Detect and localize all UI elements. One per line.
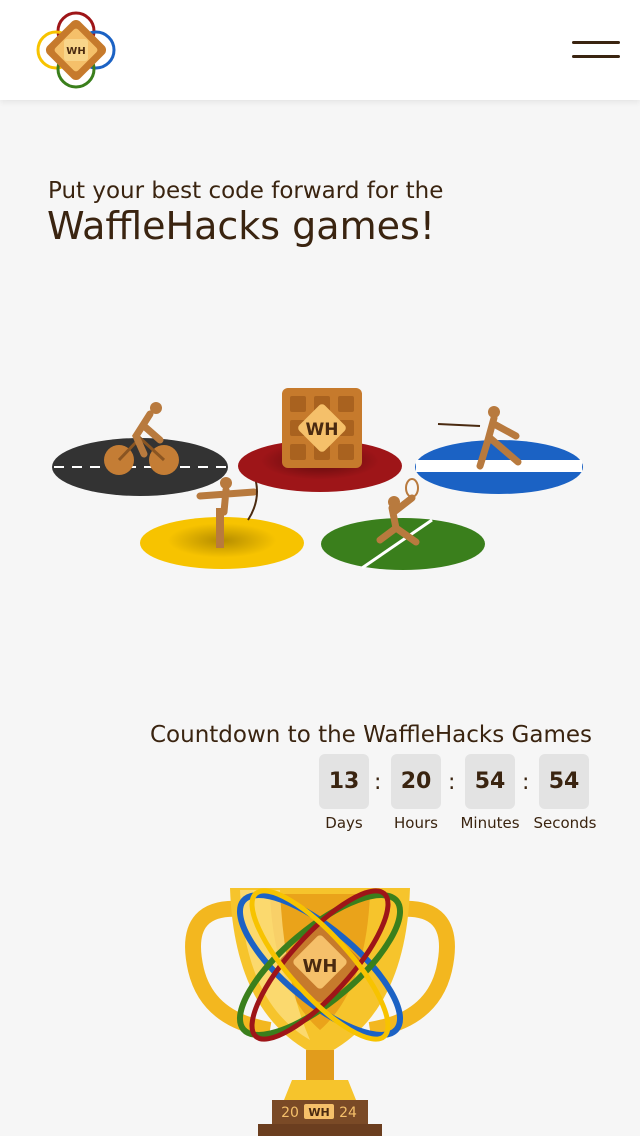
trophy-year-left: 20 xyxy=(281,1105,299,1121)
countdown-separator: : xyxy=(522,770,530,795)
hero-subtitle: Put your best code forward for the xyxy=(48,178,444,204)
countdown-separator: : xyxy=(448,770,456,795)
countdown-title: Countdown to the WaffleHacks Games xyxy=(150,722,592,748)
trophy-logo-text: WH xyxy=(303,956,338,977)
svg-text:WH: WH xyxy=(66,46,85,57)
countdown-separator: : xyxy=(374,770,382,795)
site-header: WH xyxy=(0,0,640,100)
seconds-label: Seconds xyxy=(533,814,597,832)
hamburger-menu-button[interactable] xyxy=(568,38,624,62)
trophy-year-right: 24 xyxy=(339,1105,357,1121)
days-label: Days xyxy=(325,814,363,832)
cycling-track xyxy=(52,402,228,496)
games-illustration: WH xyxy=(52,388,583,570)
hours-value: 20 xyxy=(391,754,441,809)
wafflehacks-logo[interactable]: WH xyxy=(34,9,118,91)
minutes-label: Minutes xyxy=(460,814,520,832)
seconds-value: 54 xyxy=(539,754,589,809)
hours-label: Hours xyxy=(394,814,438,832)
fencing-strip xyxy=(415,406,583,494)
countdown-timer: 13 Days : 20 Hours : 54 Minutes : 54 Sec… xyxy=(0,754,640,834)
menu-line-icon xyxy=(572,41,620,44)
hero-title: WaffleHacks games! xyxy=(47,204,436,248)
badminton-court xyxy=(321,478,485,570)
center-podium: WH xyxy=(238,388,402,492)
menu-line-icon xyxy=(572,55,620,58)
trophy-year-logo: WH xyxy=(308,1106,329,1119)
waffle-logo-text: WH xyxy=(306,420,339,440)
trophy-illustration: WH 20 WH 24 xyxy=(185,888,455,1136)
days-value: 13 xyxy=(319,754,369,809)
minutes-value: 54 xyxy=(465,754,515,809)
